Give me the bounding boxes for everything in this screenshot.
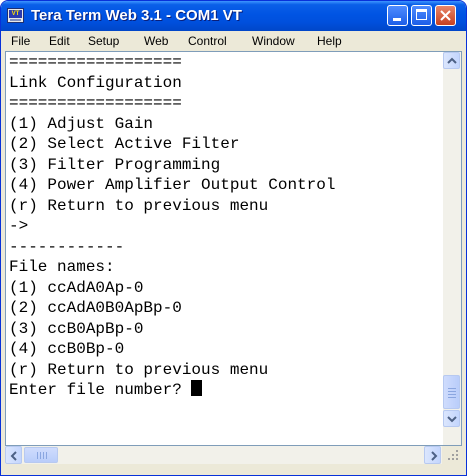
- text-cursor: [191, 380, 203, 396]
- maximize-button[interactable]: [411, 5, 432, 26]
- menu-help[interactable]: Help: [317, 34, 342, 48]
- terminal-prompt: Enter file number?: [9, 381, 192, 399]
- terminal-line: (3) Filter Programming: [9, 155, 221, 174]
- terminal-line: (2) ccAdA0B0ApBp-0: [9, 299, 182, 317]
- close-button[interactable]: [435, 5, 456, 26]
- terminal-line: (2) Select Active Filter: [9, 135, 240, 153]
- menu-setup[interactable]: Setup: [88, 34, 119, 48]
- minimize-icon: [393, 18, 401, 21]
- horizontal-scroll-thumb[interactable]: [24, 447, 58, 463]
- terminal-line: (r) Return to previous menu: [9, 196, 269, 215]
- terminal-line: (1) ccAdA0Ap-0: [9, 278, 144, 297]
- scroll-up-button[interactable]: [443, 52, 460, 69]
- teraterm-icon[interactable]: VT: [7, 8, 24, 23]
- terminal-line: File names:: [9, 258, 115, 276]
- scroll-right-arrow-icon: [431, 451, 438, 461]
- scroll-down-button[interactable]: [443, 410, 460, 427]
- terminal-line: (4) ccB0Bp-0: [9, 340, 125, 358]
- scroll-left-button[interactable]: [5, 446, 22, 464]
- menu-control[interactable]: Control: [188, 34, 227, 48]
- terminal-line: (1) Adjust Gain: [9, 114, 154, 133]
- scroll-right-button[interactable]: [424, 446, 441, 464]
- terminal-window: VT Tera Term Web 3.1 - COM1 VT File Edit…: [0, 0, 467, 476]
- scroll-left-arrow-icon: [10, 451, 17, 461]
- vertical-scrollbar[interactable]: [443, 52, 461, 445]
- menu-file[interactable]: File: [11, 34, 30, 48]
- minimize-button[interactable]: [387, 5, 408, 26]
- terminal-line: (3) ccB0ApBp-0: [9, 319, 144, 338]
- vertical-scroll-thumb[interactable]: [443, 375, 460, 409]
- terminal-line: Link Configuration: [9, 73, 182, 92]
- terminal-line: ==================: [9, 94, 182, 112]
- close-icon: [440, 10, 451, 21]
- maximize-icon: [416, 9, 427, 20]
- terminal-output[interactable]: ================== Link Configuration ==…: [9, 52, 439, 445]
- menu-bar: File Edit Setup Web Control Window Help: [4, 31, 463, 51]
- scroll-up-arrow-icon: [447, 57, 457, 64]
- terminal-line: (r) Return to previous menu: [9, 360, 269, 379]
- terminal-area[interactable]: ================== Link Configuration ==…: [5, 51, 462, 446]
- resize-grip-icon[interactable]: [442, 446, 462, 464]
- menu-web[interactable]: Web: [144, 34, 168, 48]
- title-bar[interactable]: VT Tera Term Web 3.1 - COM1 VT: [1, 1, 466, 31]
- terminal-line: ==================: [9, 53, 182, 71]
- scroll-down-arrow-icon: [447, 416, 457, 423]
- horizontal-scrollbar[interactable]: [5, 446, 442, 464]
- window-bottom-border: [1, 464, 466, 475]
- terminal-line: ------------: [9, 237, 125, 256]
- terminal-line: ->: [9, 217, 29, 235]
- menu-window[interactable]: Window: [252, 34, 295, 48]
- menu-edit[interactable]: Edit: [49, 34, 70, 48]
- window-title: Tera Term Web 3.1 - COM1 VT: [31, 7, 242, 24]
- terminal-line: (4) Power Amplifier Output Control: [9, 176, 336, 194]
- terminal-prompt-line[interactable]: Enter file number?: [9, 380, 439, 401]
